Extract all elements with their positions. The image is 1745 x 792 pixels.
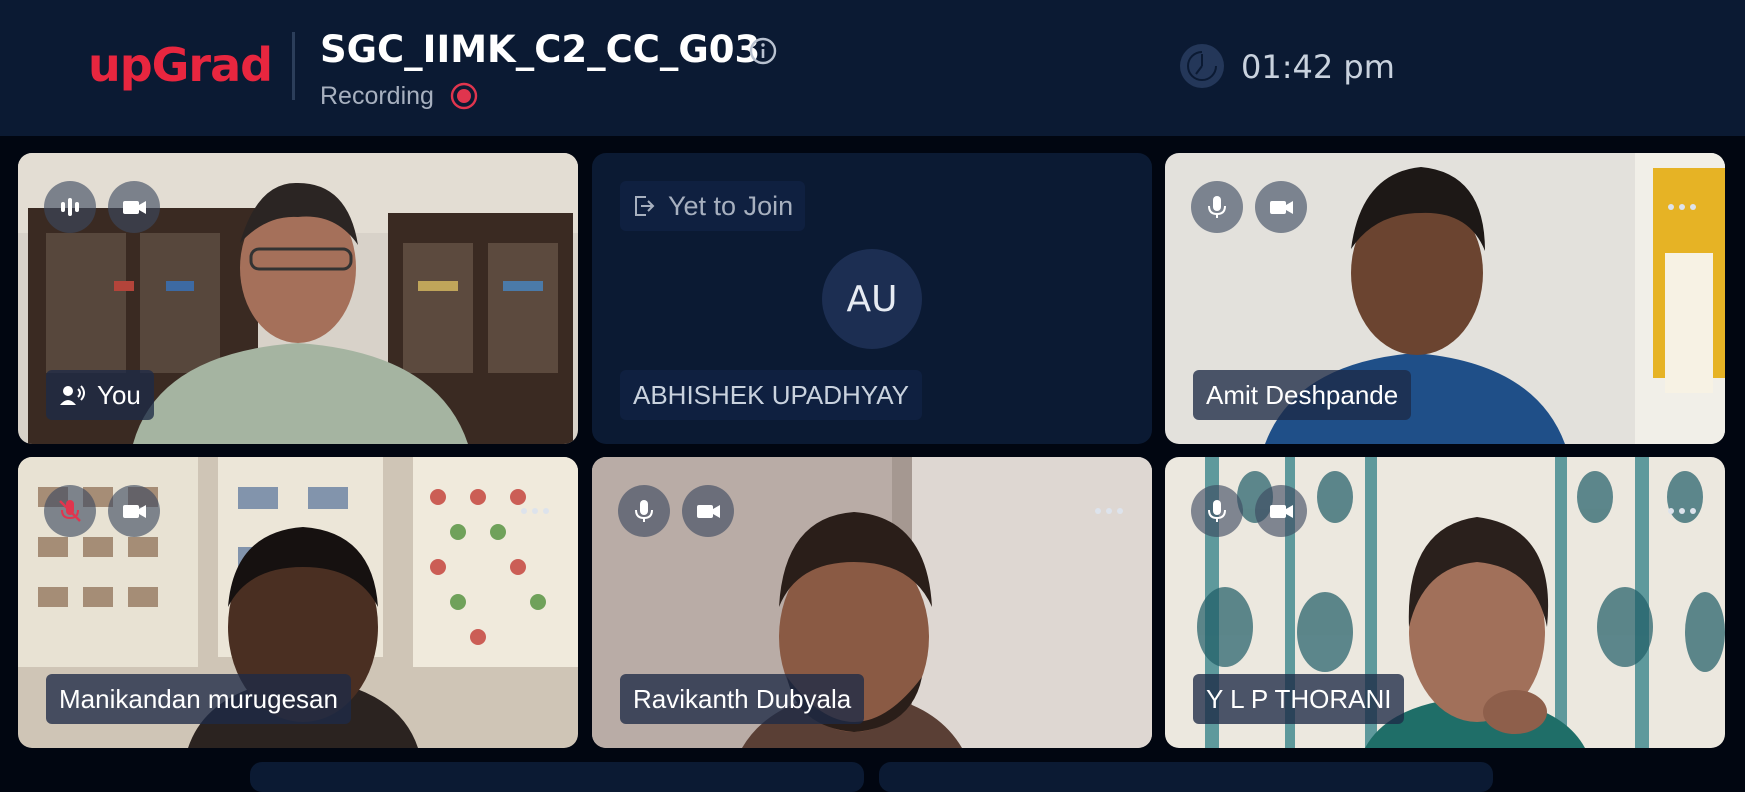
- camera-icon: [1270, 505, 1293, 518]
- participant-name-tag: Manikandan murugesan: [46, 674, 351, 724]
- yet-to-join-badge: Yet to Join: [620, 181, 806, 231]
- camera-icon: [697, 505, 720, 518]
- upgrad-logo: upGrad: [88, 38, 273, 92]
- mic-button[interactable]: [618, 485, 670, 537]
- mic-button[interactable]: [44, 485, 96, 537]
- participant-tile-partial[interactable]: [250, 762, 864, 792]
- clock-icon: [1180, 44, 1224, 88]
- speaking-person-icon: [60, 385, 85, 405]
- header-divider: [292, 32, 295, 100]
- more-options-icon[interactable]: [520, 507, 550, 515]
- participant-name-tag: You: [46, 370, 154, 420]
- participant-tile[interactable]: Manikandan murugesan: [18, 457, 578, 748]
- participant-tile[interactable]: Y L P THORANI: [1165, 457, 1725, 748]
- meeting-header: upGrad SGC_IIMK_C2_CC_G03 Recording 01:4…: [0, 0, 1745, 136]
- record-icon: [450, 82, 478, 110]
- camera-icon: [123, 201, 146, 214]
- info-icon[interactable]: [748, 36, 778, 66]
- participant-tile-partial[interactable]: [879, 762, 1493, 792]
- avatar: AU: [822, 249, 922, 349]
- speaking-indicator: [44, 181, 96, 233]
- participant-name: Ravikanth Dubyala: [633, 683, 852, 714]
- mic-button[interactable]: [1191, 181, 1243, 233]
- camera-button[interactable]: [108, 181, 160, 233]
- camera-icon: [1270, 201, 1293, 214]
- participant-name: Manikandan murugesan: [59, 683, 338, 714]
- mic-button[interactable]: [1191, 485, 1243, 537]
- more-options-icon[interactable]: [1094, 507, 1124, 515]
- participant-tile[interactable]: Amit Deshpande: [1165, 153, 1725, 444]
- meeting-title: SGC_IIMK_C2_CC_G03: [320, 28, 761, 71]
- participant-name: Amit Deshpande: [1206, 379, 1399, 410]
- mic-icon: [1208, 196, 1226, 218]
- join-arrow-icon: [635, 196, 655, 216]
- yet-to-join-label: Yet to Join: [668, 190, 794, 221]
- camera-button[interactable]: [1255, 181, 1307, 233]
- camera-button[interactable]: [682, 485, 734, 537]
- meeting-clock: 01:42 pm: [1241, 48, 1395, 86]
- participant-tile[interactable]: You: [18, 153, 578, 444]
- camera-button[interactable]: [108, 485, 160, 537]
- mic-icon: [1208, 500, 1226, 522]
- participant-name: ABHISHEK UPADHYAY: [633, 379, 909, 410]
- participant-name: Y L P THORANI: [1206, 683, 1392, 714]
- participant-tile[interactable]: Ravikanth Dubyala: [592, 457, 1152, 748]
- more-options-icon[interactable]: [1667, 203, 1697, 211]
- camera-icon: [123, 505, 146, 518]
- participant-name-tag: ABHISHEK UPADHYAY: [620, 370, 922, 420]
- participant-name-tag: Y L P THORANI: [1193, 674, 1405, 724]
- participant-name-tag: Ravikanth Dubyala: [620, 674, 865, 724]
- audio-level-icon: [61, 198, 79, 216]
- participant-name: You: [97, 379, 141, 410]
- mic-icon: [635, 500, 653, 522]
- participant-name-tag: Amit Deshpande: [1193, 370, 1412, 420]
- participant-tile[interactable]: Yet to Join AU ABHISHEK UPADHYAY: [592, 153, 1152, 444]
- more-options-icon[interactable]: [1667, 507, 1697, 515]
- recording-label: Recording: [320, 82, 434, 110]
- mic-muted-icon: [59, 500, 81, 522]
- camera-button[interactable]: [1255, 485, 1307, 537]
